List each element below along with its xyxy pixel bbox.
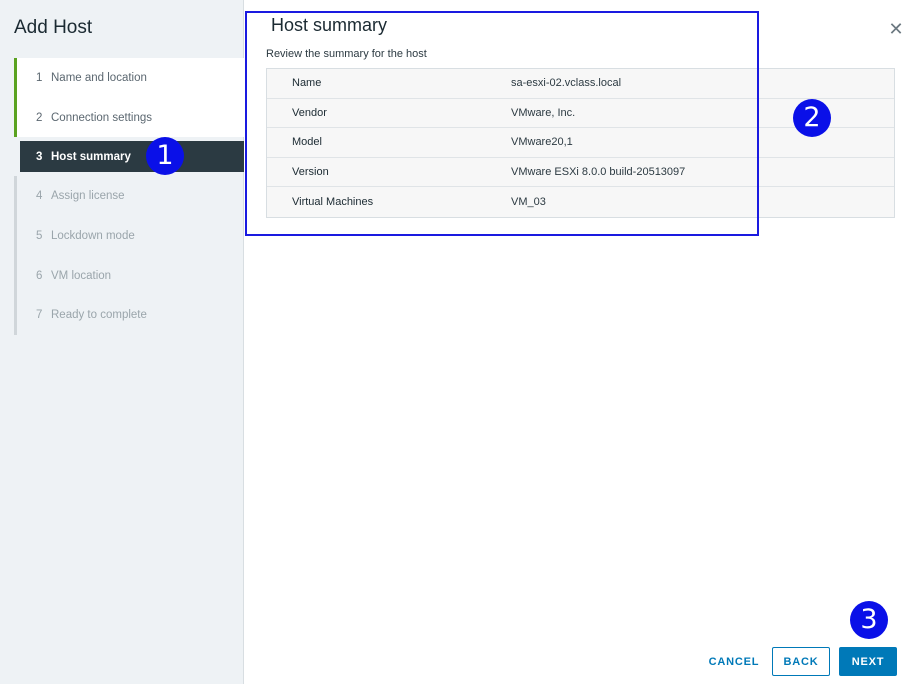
- row-value: VMware, Inc.: [511, 106, 576, 119]
- step-ready-to-complete: 7 Ready to complete: [14, 295, 244, 336]
- step-assign-license: 4 Assign license: [14, 176, 244, 217]
- annotation-marker-3: 3: [850, 601, 888, 639]
- step-number: 2: [36, 111, 43, 124]
- step-lockdown-mode: 5 Lockdown mode: [14, 216, 244, 256]
- table-row: Virtual Machines VM_03: [267, 187, 894, 217]
- row-key: Name: [292, 77, 322, 90]
- next-button[interactable]: NEXT: [839, 647, 897, 676]
- host-summary-table: Name sa-esxi-02.vclass.local Vendor VMwa…: [266, 68, 895, 218]
- step-label: Name and location: [51, 71, 147, 84]
- step-number: 1: [36, 71, 43, 84]
- step-number: 4: [36, 190, 43, 203]
- back-button[interactable]: BACK: [772, 647, 830, 676]
- step-label: Host summary: [51, 150, 131, 163]
- step-label: Assign license: [51, 190, 125, 203]
- row-key: Model: [292, 136, 322, 149]
- wizard-steps: 1 Name and location 2 Connection setting…: [14, 58, 244, 336]
- step-label: Ready to complete: [51, 309, 147, 322]
- row-value: VMware20,1: [511, 136, 573, 149]
- annotation-marker-2: 2: [793, 99, 831, 137]
- step-label: VM location: [51, 269, 112, 282]
- dialog-title: Add Host: [14, 17, 93, 38]
- step-host-summary[interactable]: 3 Host summary: [20, 141, 244, 173]
- row-key: Version: [292, 166, 329, 179]
- step-vm-location: 6 VM location: [14, 255, 244, 296]
- row-value: VM_03: [511, 196, 546, 209]
- close-icon[interactable]: ✕: [887, 20, 905, 38]
- page-subtitle: Review the summary for the host: [266, 48, 427, 60]
- wizard-sidebar: Add Host 1 Name and location 2 Connectio…: [0, 0, 244, 684]
- annotation-marker-1: 1: [146, 137, 184, 175]
- table-row: Version VMware ESXi 8.0.0 build-20513097: [267, 158, 894, 188]
- cancel-button[interactable]: CANCEL: [704, 647, 764, 676]
- row-value: VMware ESXi 8.0.0 build-20513097: [511, 166, 686, 179]
- step-label: Connection settings: [51, 111, 153, 124]
- row-key: Vendor: [292, 106, 327, 119]
- page-title: Host summary: [271, 15, 388, 35]
- step-connection-settings[interactable]: 2 Connection settings: [14, 97, 244, 138]
- step-number: 5: [36, 229, 43, 242]
- step-name-and-location[interactable]: 1 Name and location: [14, 58, 244, 98]
- row-value: sa-esxi-02.vclass.local: [511, 77, 622, 90]
- table-row: Name sa-esxi-02.vclass.local: [267, 69, 894, 99]
- step-label: Lockdown mode: [51, 229, 135, 242]
- step-number: 6: [36, 269, 43, 282]
- row-key: Virtual Machines: [292, 196, 374, 209]
- step-number: 7: [36, 309, 43, 322]
- step-number: 3: [36, 150, 43, 163]
